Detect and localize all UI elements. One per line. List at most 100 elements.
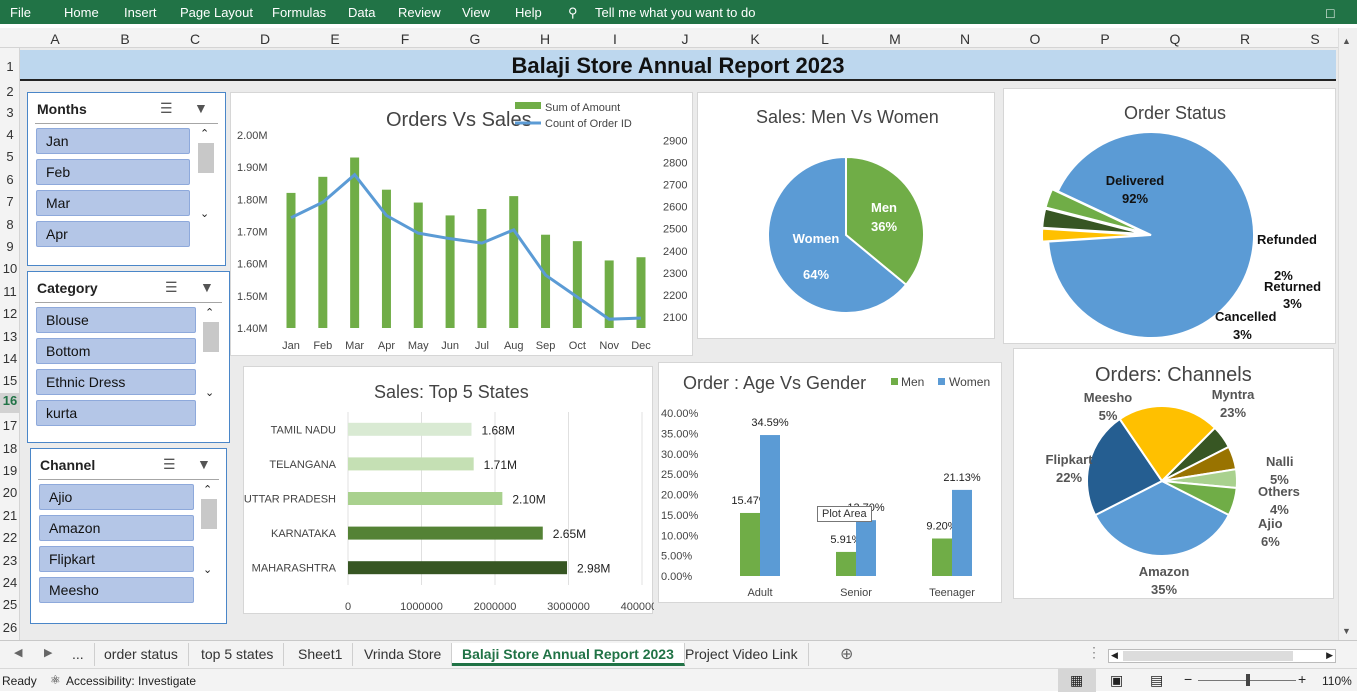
multi-select-icon[interactable]: ☰	[163, 456, 176, 473]
column-header[interactable]: D	[230, 31, 300, 47]
column-header[interactable]: N	[930, 31, 1000, 47]
row-header[interactable]: 9	[0, 239, 20, 254]
row-header[interactable]: 2	[0, 84, 20, 99]
column-header[interactable]: P	[1070, 31, 1140, 47]
menu-help[interactable]: Help	[515, 5, 542, 20]
scroll-down-icon[interactable]: ▼	[1342, 626, 1351, 636]
row-header[interactable]: 24	[0, 575, 20, 590]
chart-top-5-states[interactable]: Sales: Top 5 States 0 1000000 2000000 30000…	[243, 366, 663, 614]
menu-data[interactable]: Data	[348, 5, 375, 20]
slicer-item-apr[interactable]: Apr	[36, 221, 190, 247]
menu-file[interactable]: File	[10, 5, 31, 20]
menu-page-layout[interactable]: Page Layout	[180, 5, 253, 20]
slicer-category[interactable]: Category ☰ ▼ Blouse Bottom Ethnic Dress …	[27, 271, 230, 443]
menu-home[interactable]: Home	[64, 5, 99, 20]
normal-view-button[interactable]: ▦	[1058, 669, 1096, 692]
row-header[interactable]: 22	[0, 530, 20, 545]
slicer-item-ajio[interactable]: Ajio	[39, 484, 194, 510]
row-header[interactable]: 5	[0, 149, 20, 164]
slicer-item-blouse[interactable]: Blouse	[36, 307, 196, 333]
slicer-item-jan[interactable]: Jan	[36, 128, 190, 154]
row-header[interactable]: 7	[0, 194, 20, 209]
column-header[interactable]: K	[720, 31, 790, 47]
clear-filter-icon[interactable]: ▼	[200, 279, 214, 295]
slicer-channel[interactable]: Channel ☰ ▼ Ajio Amazon Flipkart Meesho …	[30, 448, 227, 624]
column-header[interactable]: I	[580, 31, 650, 47]
menu-insert[interactable]: Insert	[124, 5, 157, 20]
row-header[interactable]: 6	[0, 172, 20, 187]
row-header[interactable]: 3	[0, 105, 20, 120]
column-header[interactable]: H	[510, 31, 580, 47]
column-header[interactable]: M	[860, 31, 930, 47]
row-header[interactable]: 12	[0, 306, 20, 321]
column-header[interactable]: R	[1210, 31, 1280, 47]
slicer-item-meesho[interactable]: Meesho	[39, 577, 194, 603]
tab-project-video-link[interactable]: Project Video Link	[675, 643, 809, 666]
chart-men-vs-women[interactable]: Sales: Men Vs Women Men 36% Women 64%	[697, 92, 995, 339]
vertical-scrollbar[interactable]: ▲ ▼	[1338, 28, 1357, 640]
slicer-scrollbar[interactable]: ⌃ ⌄	[200, 483, 217, 579]
row-header[interactable]: 18	[0, 441, 20, 456]
clear-filter-icon[interactable]: ▼	[194, 100, 208, 116]
column-header[interactable]: F	[370, 31, 440, 47]
tab-top-5-states[interactable]: top 5 states	[191, 643, 285, 666]
menu-view[interactable]: View	[462, 5, 490, 20]
tab-balaji-report[interactable]: Balaji Store Annual Report 2023	[452, 643, 685, 666]
chart-orders-channels[interactable]: Orders: Channels Meesho 5% Myntra 23% Fl…	[1013, 348, 1334, 599]
column-header[interactable]: C	[160, 31, 230, 47]
slicer-months[interactable]: Months ☰ ▼ Jan Feb Mar Apr ⌃ ⌄	[27, 92, 226, 266]
slicer-item-ethnic-dress[interactable]: Ethnic Dress	[36, 369, 196, 395]
menu-review[interactable]: Review	[398, 5, 441, 20]
tab-scroll-right-icon[interactable]: ▶	[44, 646, 52, 659]
row-header[interactable]: 26	[0, 620, 20, 635]
row-header[interactable]: 14	[0, 351, 20, 366]
comments-icon[interactable]: □	[1326, 5, 1334, 21]
row-header[interactable]: 8	[0, 217, 20, 232]
horizontal-scrollbar[interactable]: ◀ ▶	[1108, 649, 1336, 663]
chevron-up-icon[interactable]: ⌃	[200, 127, 209, 140]
row-header[interactable]: 20	[0, 485, 20, 500]
row-header[interactable]: 4	[0, 127, 20, 142]
chevron-down-icon[interactable]: ⌄	[203, 563, 212, 576]
row-header[interactable]: 25	[0, 597, 20, 612]
add-sheet-icon[interactable]: ⊕	[840, 644, 853, 664]
zoom-in-icon[interactable]: +	[1298, 671, 1306, 687]
tab-sheet1[interactable]: Sheet1	[288, 643, 354, 666]
chevron-up-icon[interactable]: ⌃	[203, 483, 212, 496]
slicer-item-flipkart[interactable]: Flipkart	[39, 546, 194, 572]
row-header-selected[interactable]: 16	[0, 393, 20, 413]
chart-order-status[interactable]: Order Status Delivered 92% Refunded 2% R…	[1003, 88, 1336, 344]
column-header[interactable]: Q	[1140, 31, 1210, 47]
chevron-down-icon[interactable]: ⌄	[205, 386, 214, 399]
tab-scroll-left-icon[interactable]: ◀	[14, 646, 22, 659]
column-header[interactable]: B	[90, 31, 160, 47]
row-header[interactable]: 11	[0, 284, 20, 299]
slicer-item-kurta[interactable]: kurta	[36, 400, 196, 426]
zoom-slider-thumb[interactable]	[1246, 674, 1250, 686]
tell-me-search[interactable]: Tell me what you want to do	[595, 5, 755, 20]
row-header[interactable]: 23	[0, 553, 20, 568]
column-header[interactable]: O	[1000, 31, 1070, 47]
slicer-item-amazon[interactable]: Amazon	[39, 515, 194, 541]
slicer-scrollbar[interactable]: ⌃ ⌄	[202, 306, 219, 402]
slicer-item-bottom[interactable]: Bottom	[36, 338, 196, 364]
chart-orders-vs-sales[interactable]: Orders Vs Sales Sum of Amount Count of O…	[230, 92, 693, 356]
scroll-left-icon[interactable]: ◀	[1111, 650, 1118, 661]
column-header[interactable]: A	[20, 31, 90, 47]
scroll-right-icon[interactable]: ▶	[1326, 650, 1333, 661]
column-header[interactable]: E	[300, 31, 370, 47]
clear-filter-icon[interactable]: ▼	[197, 456, 211, 472]
zoom-level[interactable]: 110%	[1322, 674, 1352, 688]
tab-order-status[interactable]: order status	[94, 643, 189, 666]
row-header[interactable]: 21	[0, 508, 20, 523]
row-header[interactable]: 13	[0, 329, 20, 344]
zoom-out-icon[interactable]: −	[1184, 671, 1192, 687]
slicer-item-feb[interactable]: Feb	[36, 159, 190, 185]
column-header[interactable]: L	[790, 31, 860, 47]
scroll-up-icon[interactable]: ▲	[1342, 36, 1351, 46]
scroll-thumb[interactable]	[1123, 651, 1293, 661]
slicer-scrollbar[interactable]: ⌃ ⌄	[197, 127, 214, 223]
multi-select-icon[interactable]: ☰	[160, 100, 173, 117]
slicer-item-mar[interactable]: Mar	[36, 190, 190, 216]
chart-age-vs-gender[interactable]: Order : Age Vs Gender Men Women 40.00% 35…	[658, 362, 1002, 603]
